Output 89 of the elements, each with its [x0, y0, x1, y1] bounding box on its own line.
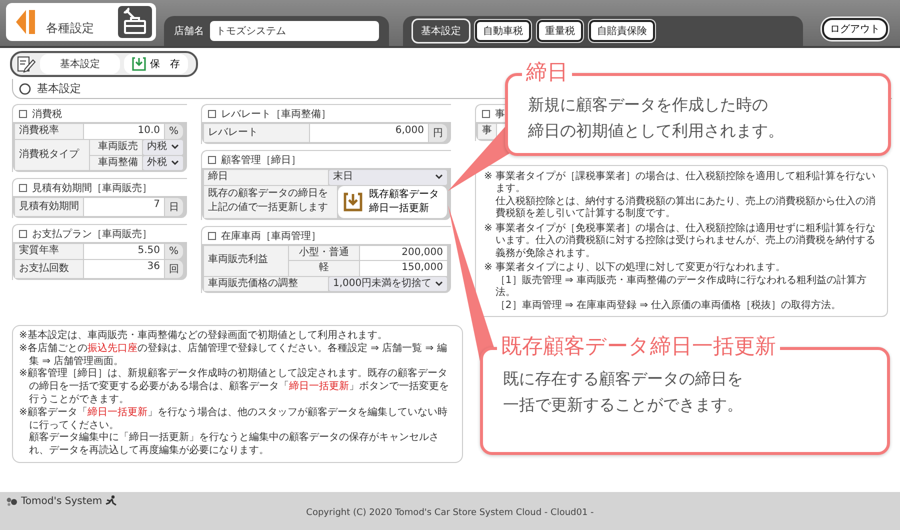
square-icon — [19, 110, 27, 118]
note-mark: ※ — [484, 222, 492, 236]
note-text: 事業者タイプにより、以下の処理に対して変更が行なわれます。 — [495, 262, 786, 274]
panel-title: 見積有効期間［車両販売］ — [32, 182, 152, 195]
tab[interactable]: 基本設定 — [413, 20, 469, 42]
note-text: 事業者タイプが［免税事業者］の場合は、仕入税額控除は適用せずに粗利計算を行ないます。仕入の消費税額に対する控除は受けられませんが、売上の消費税を納付する義務が免除されます。 — [495, 222, 876, 260]
chevron-icon — [435, 280, 443, 287]
field-label: 車両販売価格の調整 — [204, 276, 328, 291]
chevron-icon — [435, 174, 443, 180]
copyright-text: Copyright (C) 2020 Tomod's Car Store System Cloud - Cloud01 - — [306, 508, 594, 518]
panel-title: お支払プラン［車両販売］ — [32, 228, 152, 241]
runner-icon — [105, 495, 118, 507]
panel-title: 消費税 — [32, 108, 62, 121]
unit-label: % — [165, 124, 183, 139]
input-field[interactable]: 7 — [84, 198, 164, 216]
panel-title: レバレート［車両整備］ — [221, 108, 331, 121]
square-icon — [19, 184, 27, 192]
dropdown[interactable]: 末日 — [329, 170, 447, 184]
field-label: 実質年率 — [15, 244, 83, 259]
callout-text: 既に存在する顧客データの締日を 一括で更新することができます。 — [503, 368, 744, 416]
chevron-icon — [171, 144, 179, 150]
panel-title: 在庫車両［車両管理］ — [221, 230, 321, 242]
field-label: 既存の顧客データの締日を 上記の値で一括更新します — [204, 186, 337, 218]
note-text: ※基本設定は、車両販売・車両整備などの登録画面で初期値として利用されます。 — [19, 330, 388, 342]
note-text: ［2］車両管理 ⇒ 在庫車両登録 ⇒ 仕入原価の車両価格［税抜］の取得方法。 — [495, 300, 842, 312]
note-text: ※顧客データ「締日一括更新」を行なう場合は、他のスタッフが顧客データを編集していない時に行ってください。 — [19, 406, 448, 432]
tab[interactable]: 自動車税 — [475, 20, 531, 42]
dots-icon — [6, 496, 18, 506]
callout-title: 既存顧客データ締日一括更新 — [497, 334, 780, 360]
note-text: ［1］販売管理 ⇒ 車両販売・車両整備のデータ作成時に行なわれる粗利益の計算方法。 — [495, 274, 868, 300]
back-panel[interactable]: 各種設定 — [6, 3, 156, 41]
field-label: 車両整備 — [90, 156, 142, 170]
input-field[interactable]: 10.0 — [84, 124, 164, 139]
field-label: 軽 — [289, 261, 359, 276]
square-icon — [482, 110, 490, 118]
panel-title: 事 — [495, 108, 505, 121]
input-field[interactable]: 6,000 — [310, 124, 428, 142]
note-mark: ※ — [484, 170, 492, 184]
square-icon — [19, 230, 27, 238]
note-text: 顧客データ編集中に「締日一括更新」を行なうと編集中の顧客データの保存がキャンセルされ、データを再読込して再度編集が必要になります。 — [28, 432, 440, 458]
field-label: お支払回数 — [15, 260, 83, 278]
note-mark: ※ — [484, 262, 492, 275]
field-label: 締日 — [204, 170, 328, 184]
tab[interactable]: 重量税 — [537, 20, 583, 42]
field-label: 見積有効期間 — [15, 198, 83, 216]
callout-text: 新規に顧客データを作成した時の 締日の初期値として利用されます。 — [528, 94, 785, 142]
field-label: 消費税率 — [15, 124, 83, 139]
tab[interactable]: 自賠責保険 — [589, 20, 655, 42]
download-icon — [342, 190, 364, 212]
field-label: レバレート — [204, 124, 309, 142]
field-label: 消費税タイプ — [15, 140, 89, 170]
input-field[interactable]: 150,000 — [360, 261, 447, 276]
field-label: 車両販売利益 — [204, 246, 288, 276]
square-icon — [208, 232, 216, 240]
input-field[interactable]: 36 — [84, 260, 164, 278]
unit-label: 回 — [165, 260, 183, 278]
toolbar-title: 基本設定 — [40, 54, 120, 74]
unit-label: 日 — [165, 198, 183, 216]
store-name-field[interactable]: トモズシステム — [210, 21, 379, 41]
logout-button[interactable]: ログアウト — [822, 18, 888, 40]
field-label: 小型・普通 — [289, 246, 359, 260]
back-arrow-icon[interactable] — [16, 8, 36, 36]
square-icon — [208, 110, 216, 118]
edit-icon[interactable] — [16, 55, 36, 73]
field-label: 車両販売 — [90, 140, 142, 154]
field-label: 事 — [478, 124, 496, 138]
save-icon — [132, 57, 146, 71]
save-button[interactable]: 保 存 — [124, 54, 188, 74]
brand-name: Tomod's System — [21, 496, 102, 506]
input-field[interactable]: 200,000 — [360, 246, 447, 260]
store-label: 店舗名 — [174, 24, 204, 38]
unit-label: % — [165, 244, 183, 259]
bulk-update-button[interactable]: 既存顧客データ 締日一括更新 — [338, 186, 447, 218]
note-text: ※顧客管理［締日］は、新規顧客データ作成時の初期値として設定されます。既存の顧客データの締日を一括で変更する必要がある場合は、顧客データ「締日一括更新」ボタンで一括変更を行うことができます。 — [19, 368, 450, 406]
dropdown[interactable]: 内税 — [143, 140, 183, 154]
toolbox-icon — [118, 6, 152, 38]
section-title: 基本設定 — [37, 81, 81, 96]
square-icon — [208, 156, 216, 164]
dropdown[interactable]: 外税 — [143, 156, 183, 170]
note-text: ※各店舗ごとの振込先口座の登録は、店舗管理で登録してください。各種設定 ⇒ 店舗一覧 ⇒ 編集 ⇒ 店舗管理画面。 — [19, 342, 448, 368]
note-text: 仕入税額控除とは、納付する消費税額の算出にあたり、売上の消費税額から仕入の消費税額を差し引いて計算する制度です。 — [495, 196, 876, 220]
chevron-icon — [171, 160, 179, 166]
screen-title: 各種設定 — [46, 20, 94, 36]
unit-label: 円 — [429, 124, 447, 142]
dropdown[interactable]: 1,000円未満を切捨て — [329, 276, 447, 291]
note-text: 事業者タイプが［課税事業者］の場合は、仕入税額控除を適用して粗利計算を行ないます。 — [495, 170, 876, 196]
circle-icon — [19, 82, 31, 94]
panel-title: 顧客管理［締日］ — [221, 154, 301, 167]
input-field[interactable]: 5.50 — [84, 244, 164, 259]
